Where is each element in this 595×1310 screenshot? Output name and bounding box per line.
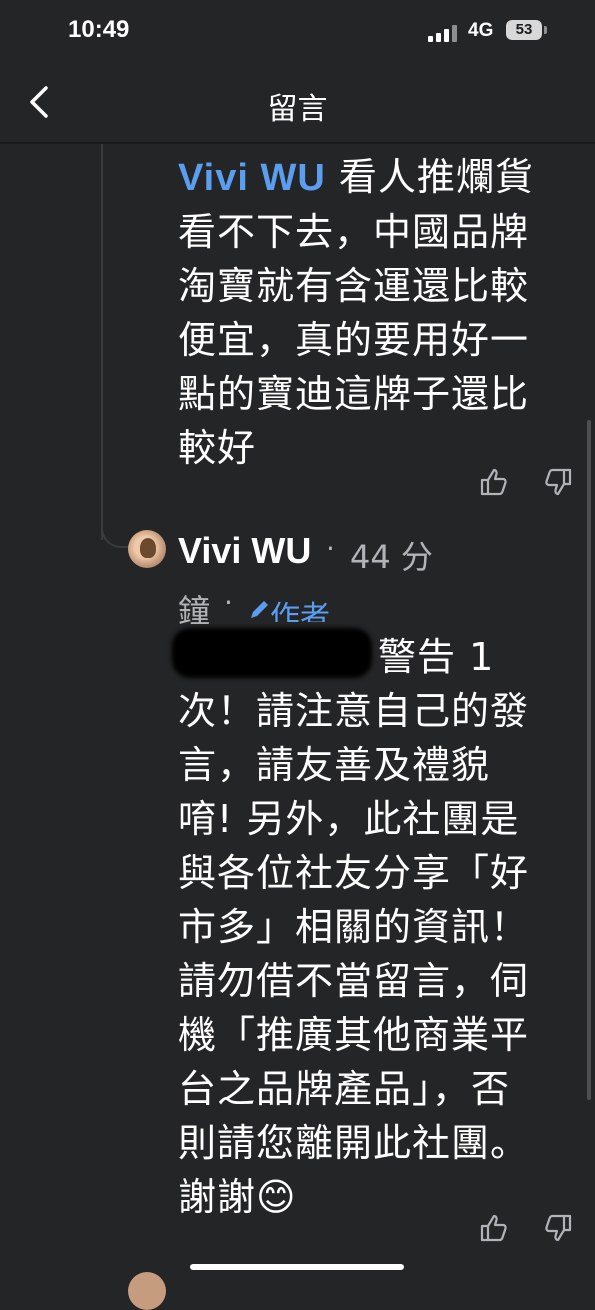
home-indicator[interactable] (190, 1264, 404, 1270)
reply-line-4: 便宜，真的要用好一 (178, 318, 530, 362)
status-time: 10:49 (68, 16, 130, 43)
separator-dot: · (326, 532, 335, 565)
author-line-1: 警告 1 (378, 635, 495, 679)
reply-line-1: Vivi WU 看人推爛貨 (178, 155, 534, 199)
network-type: 4G (468, 20, 494, 41)
page-title: 留言 (267, 92, 328, 127)
author-line-3: 言，請友善及禮貌 (178, 743, 491, 787)
smile-emoji: 😊 (256, 1175, 297, 1219)
author-line-4: 唷! 另外，此社團是 (178, 797, 520, 841)
author-line-9: 台之品牌產品」，否 (178, 1067, 511, 1111)
comment-time-cont[interactable]: 鐘 (178, 586, 210, 632)
status-bar: 10:49 4G 53 (0, 0, 595, 64)
author-line-10: 則請您離開此社團。 (178, 1121, 530, 1165)
reply-line-2: 看不下去，中國品牌 (178, 210, 530, 254)
battery-icon: 53 (506, 20, 542, 40)
next-comment-avatar[interactable] (128, 1272, 166, 1310)
reply-line-3: 淘寶就有含運還比較 (178, 264, 530, 308)
dislike-button[interactable] (542, 466, 574, 498)
comment-time[interactable]: 44 分 (350, 532, 433, 578)
thumbs-up-icon (480, 468, 507, 496)
thread-connector (101, 500, 129, 548)
dislike-button[interactable] (542, 1212, 574, 1244)
thumbs-down-icon (545, 1214, 572, 1242)
avatar[interactable] (128, 530, 166, 568)
scrollbar[interactable] (587, 420, 591, 1100)
author-name[interactable]: Vivi WU (178, 530, 311, 572)
mention-link[interactable]: Vivi WU (178, 157, 326, 199)
thread-line (101, 144, 103, 540)
author-line-8: 機「推廣其他商業平 (178, 1013, 530, 1057)
separator-dot: · (224, 586, 233, 619)
author-badge: 作者 (248, 592, 330, 622)
author-comment-body: 警告 1 次！請注意自己的發 言，請友善及禮貌 唷! 另外，此社團是 與各位社友… (178, 630, 529, 1224)
pencil-icon (251, 601, 268, 618)
author-line-2: 次！請注意自己的發 (178, 689, 530, 733)
battery-tip (544, 26, 547, 34)
like-button[interactable] (478, 466, 510, 498)
like-button[interactable] (478, 1212, 510, 1244)
reply-comment-body: Vivi WU 看人推爛貨 看不下去，中國品牌 淘寶就有含運還比較 便宜，真的要… (178, 150, 534, 475)
author-line-11: 謝謝😊 (178, 1175, 297, 1219)
header-bar: 留言 (0, 64, 595, 144)
header-divider (0, 142, 595, 144)
signal-icon (428, 24, 460, 42)
author-line-5: 與各位社友分享「好 (178, 851, 530, 895)
author-line-6: 市多」相關的資訊！ (178, 905, 530, 949)
author-line-7: 請勿借不當留言，伺 (178, 959, 530, 1003)
reply-line-5: 點的寶迪這牌子還比 (178, 372, 530, 416)
thumbs-down-icon (545, 468, 572, 496)
thumbs-up-icon (480, 1214, 507, 1242)
